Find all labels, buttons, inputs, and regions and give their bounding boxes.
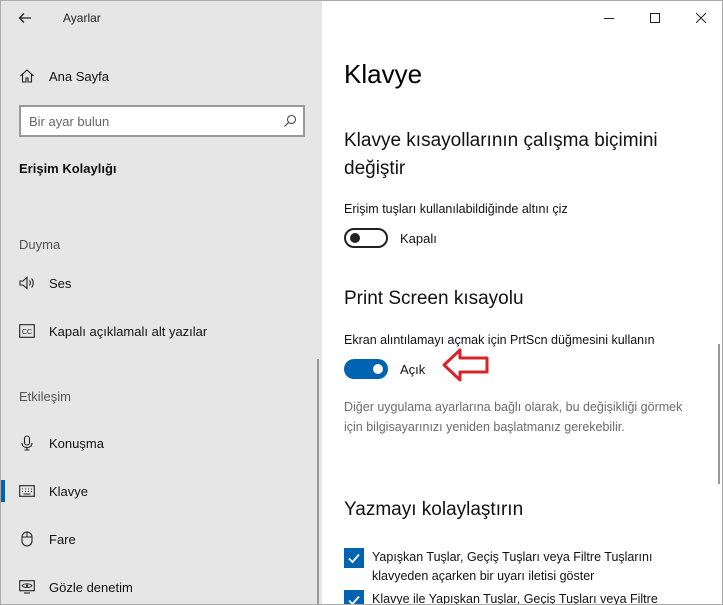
search-input[interactable] xyxy=(21,107,277,135)
svg-text:CC: CC xyxy=(22,329,32,336)
checkmark-icon xyxy=(348,595,360,604)
app-title: Ayarlar xyxy=(63,11,101,25)
shortcuts-heading: Klavye kısayollarının çalışma biçimini d… xyxy=(344,130,658,179)
group-header-duyma: Duyma xyxy=(19,237,61,252)
speaker-icon xyxy=(19,275,35,291)
toggle-knob xyxy=(373,364,383,374)
sidebar-item-label: Fare xyxy=(49,531,76,547)
checkmark-icon xyxy=(348,553,360,564)
main-scrollbar[interactable] xyxy=(718,344,720,484)
printscreen-toggle-state-label: Açık xyxy=(400,361,426,377)
underline-toggle-state-label: Kapalı xyxy=(400,230,437,246)
keyboard-icon xyxy=(19,483,35,499)
printscreen-toggle-row[interactable]: Açık xyxy=(344,359,425,379)
close-button[interactable] xyxy=(678,1,722,35)
sidebar: Ayarlar Ana Sayfa Erişim Kolaylığı Duyma… xyxy=(1,1,322,604)
home-icon xyxy=(19,68,35,84)
eye-control-icon xyxy=(19,579,35,595)
underline-access-keys-label: Erişim tuşları kullanılabildiğinde altın… xyxy=(344,202,568,216)
printscreen-label: Ekran alıntılamayı açmak için PrtScn düğ… xyxy=(344,333,655,347)
maximize-icon xyxy=(650,13,660,23)
sidebar-item-label: Gözle denetim xyxy=(49,579,133,595)
minimize-button[interactable] xyxy=(586,1,632,35)
checkbox-label: Yapışkan Tuşlar, Geçiş Tuşları veya Filt… xyxy=(372,550,653,583)
typing-heading: Yazmayı kolaylaştırın xyxy=(344,499,524,520)
sidebar-item-label: Klavye xyxy=(49,483,89,499)
window-controls xyxy=(586,1,722,35)
home-link[interactable]: Ana Sayfa xyxy=(1,61,322,91)
page-title: Klavye xyxy=(344,59,423,89)
keyboard-shortcut-checkbox-row[interactable]: Klavye ile Yapışkan Tuşlar, Geçiş Tuşlar… xyxy=(344,590,704,605)
settings-window: Ayarlar Ana Sayfa Erişim Kolaylığı Duyma… xyxy=(0,0,723,605)
sidebar-item-gozle-denetim[interactable]: Gözle denetim xyxy=(1,567,322,604)
warning-message-checkbox-row[interactable]: Yapışkan Tuşlar, Geçiş Tuşları veya Filt… xyxy=(344,548,704,586)
close-icon xyxy=(696,13,706,23)
toggle-knob xyxy=(350,233,360,243)
mouse-icon xyxy=(19,531,35,547)
sidebar-scrollbar[interactable] xyxy=(317,359,319,604)
closed-captions-icon: CC xyxy=(19,323,35,339)
maximize-button[interactable] xyxy=(632,1,678,35)
red-arrow-annotation xyxy=(442,348,489,382)
printscreen-heading: Print Screen kısayolu xyxy=(344,288,524,309)
back-button[interactable] xyxy=(1,1,49,35)
sidebar-item-konusma[interactable]: Konuşma xyxy=(1,423,322,463)
sidebar-item-alt-yazilar[interactable]: CC Kapalı açıklamalı alt yazılar xyxy=(1,311,322,351)
checkbox-label: Klavye ile Yapışkan Tuşlar, Geçiş Tuşlar… xyxy=(372,592,658,605)
section-title: Erişim Kolaylığı xyxy=(19,161,117,176)
sidebar-item-klavye[interactable]: Klavye xyxy=(1,471,322,511)
printscreen-note: Diğer uygulama ayarlarına bağlı olarak, … xyxy=(344,400,683,434)
warning-message-checkbox[interactable] xyxy=(344,548,364,568)
sidebar-item-fare[interactable]: Fare xyxy=(1,519,322,559)
underline-access-keys-toggle[interactable] xyxy=(344,228,388,248)
printscreen-toggle[interactable] xyxy=(344,359,388,379)
underline-access-keys-toggle-row[interactable]: Kapalı xyxy=(344,228,437,248)
title-bar: Ayarlar xyxy=(1,1,322,35)
microphone-icon xyxy=(19,435,35,451)
main-panel: Klavye Klavye kısayollarının çalışma biç… xyxy=(322,1,722,605)
home-label: Ana Sayfa xyxy=(49,68,109,84)
back-arrow-icon xyxy=(18,13,31,23)
search-icon[interactable] xyxy=(277,107,303,135)
minimize-icon xyxy=(604,18,614,19)
sidebar-item-label: Ses xyxy=(49,275,72,291)
sidebar-item-label: Kapalı açıklamalı alt yazılar xyxy=(49,323,208,339)
keyboard-shortcut-checkbox[interactable] xyxy=(344,590,364,604)
sidebar-item-label: Konuşma xyxy=(49,435,104,451)
sidebar-item-ses[interactable]: Ses xyxy=(1,263,322,303)
group-header-etkilesim: Etkileşim xyxy=(19,389,72,404)
search-box[interactable] xyxy=(19,105,305,137)
